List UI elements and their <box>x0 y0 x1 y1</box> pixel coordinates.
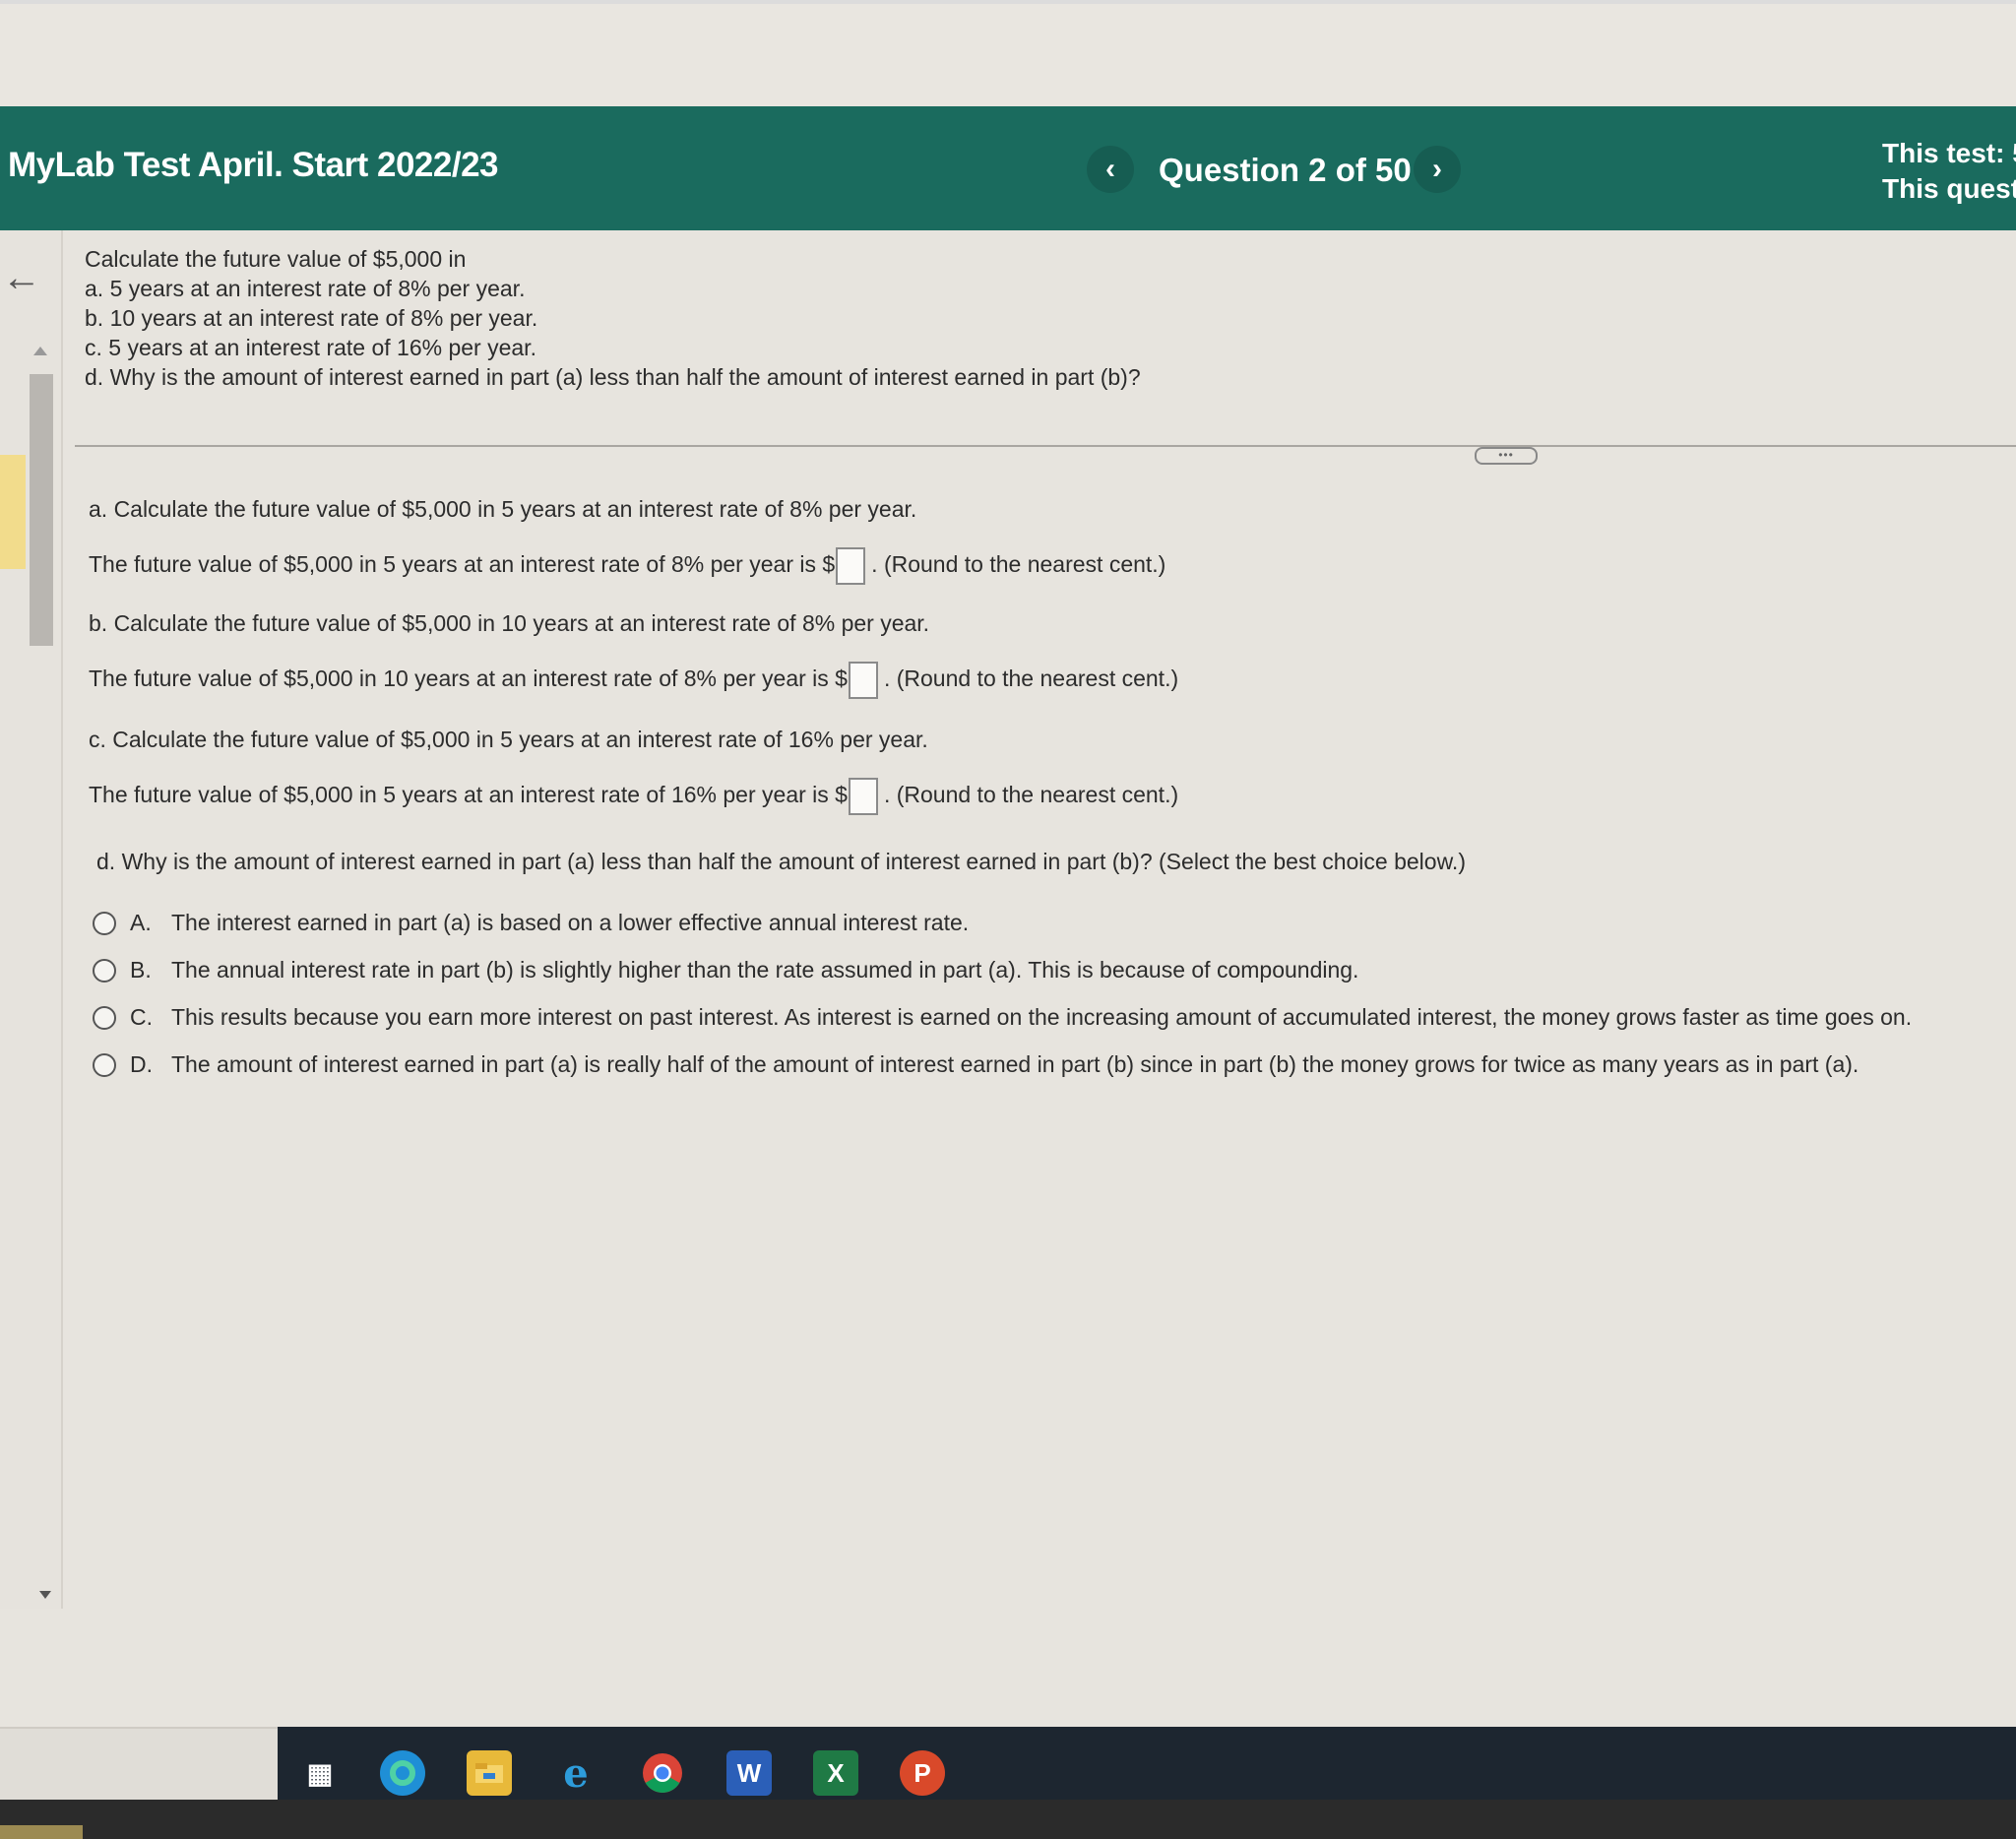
question-item-b: b. 10 years at an interest rate of 8% pe… <box>85 305 538 331</box>
left-rail: ← <box>0 230 63 1609</box>
choice-c-text: This results because you earn more inter… <box>171 1004 1913 1030</box>
test-header: MyLab Test April. Start 2022/23 ‹ Questi… <box>0 106 2016 230</box>
part-c-prompt: c. Calculate the future value of $5,000 … <box>89 727 928 752</box>
part-b-answer-prefix: The future value of $5,000 in 10 years a… <box>89 666 848 692</box>
excel-icon[interactable]: X <box>813 1750 858 1796</box>
next-question-button[interactable]: › <box>1414 146 1461 193</box>
part-b-prompt: b. Calculate the future value of $5,000 … <box>89 610 930 636</box>
question-item-c: c. 5 years at an interest rate of 16% pe… <box>85 335 536 360</box>
choice-c[interactable]: C. This results because you earn more in… <box>93 1004 1912 1031</box>
part-a-answer-prefix: The future value of $5,000 in 5 years at… <box>89 551 836 578</box>
part-a-answer-suffix: . (Round to the nearest cent.) <box>871 551 1166 578</box>
choice-a-letter: A. <box>130 910 152 935</box>
radio-d[interactable] <box>93 1052 116 1077</box>
question-content: ← Calculate the future value of $5,000 i… <box>0 230 2016 1727</box>
chevron-left-icon: ‹ <box>1105 153 1115 185</box>
part-b-answer-suffix: . (Round to the nearest cent.) <box>883 666 1179 692</box>
choice-d-letter: D. <box>130 1051 153 1077</box>
back-arrow-icon[interactable]: ← <box>2 256 41 300</box>
chevron-right-icon: › <box>1432 153 1442 185</box>
internet-explorer-icon[interactable]: e <box>553 1750 598 1797</box>
word-icon[interactable]: W <box>726 1750 772 1796</box>
choice-a[interactable]: A. The interest earned in part (a) is ba… <box>93 910 969 936</box>
part-a-answer-input[interactable] <box>836 547 866 585</box>
edge-icon[interactable] <box>380 1750 425 1796</box>
part-d-prompt: d. Why is the amount of interest earned … <box>96 849 1466 874</box>
part-a-answer-line: The future value of $5,000 in 5 years at… <box>89 547 1166 585</box>
question-score-label: This quest <box>1882 173 2016 204</box>
part-c-answer-input[interactable] <box>848 778 878 815</box>
taskbar-left-area <box>0 1727 278 1802</box>
scroll-down-icon[interactable] <box>39 1591 51 1599</box>
powerpoint-icon[interactable]: P <box>900 1750 945 1796</box>
question-counter[interactable]: Question 2 of 50 <box>1159 152 1412 189</box>
choice-a-text: The interest earned in part (a) is based… <box>171 910 970 935</box>
chrome-icon[interactable] <box>640 1750 685 1796</box>
side-highlight-tab <box>0 455 26 569</box>
bottom-accent <box>0 1825 83 1839</box>
question-item-d: d. Why is the amount of interest earned … <box>85 364 1141 390</box>
resize-handle[interactable]: ••• <box>1475 447 1538 465</box>
screen-bottom-bezel <box>0 1800 2016 1839</box>
file-explorer-icon[interactable] <box>467 1750 512 1796</box>
question-item-a: a. 5 years at an interest rate of 8% per… <box>85 276 526 301</box>
part-a-prompt: a. Calculate the future value of $5,000 … <box>89 496 917 522</box>
radio-a[interactable] <box>93 911 116 935</box>
scrollbar-thumb[interactable] <box>30 374 53 646</box>
part-b-answer-line: The future value of $5,000 in 10 years a… <box>89 662 1178 699</box>
question-intro: Calculate the future value of $5,000 in <box>85 246 467 272</box>
browser-top-strip <box>0 0 2016 110</box>
choice-b-text: The annual interest rate in part (b) is … <box>171 957 1359 983</box>
scroll-up-icon[interactable] <box>33 347 47 355</box>
choice-b-letter: B. <box>130 957 152 983</box>
part-c-answer-line: The future value of $5,000 in 5 years at… <box>89 778 1178 815</box>
previous-question-button[interactable]: ‹ <box>1087 146 1134 193</box>
radio-b[interactable] <box>93 958 116 983</box>
choice-d-text: The amount of interest earned in part (a… <box>171 1051 1859 1077</box>
choice-c-letter: C. <box>130 1004 153 1030</box>
app-title: MyLab Test April. Start 2022/23 <box>8 146 499 184</box>
part-c-answer-suffix: . (Round to the nearest cent.) <box>883 782 1179 808</box>
section-divider <box>75 445 2016 447</box>
test-info: This test: 5 This quest <box>1882 136 2016 207</box>
part-c-answer-prefix: The future value of $5,000 in 5 years at… <box>89 782 848 808</box>
choice-b[interactable]: B. The annual interest rate in part (b) … <box>93 957 1358 983</box>
choice-d[interactable]: D. The amount of interest earned in part… <box>93 1051 1858 1078</box>
task-view-icon[interactable]: ▦ <box>297 1750 343 1796</box>
test-score-label: This test: 5 <box>1882 138 2016 168</box>
radio-c[interactable] <box>93 1005 116 1030</box>
question-statement: Calculate the future value of $5,000 in … <box>85 244 1141 392</box>
part-b-answer-input[interactable] <box>848 662 878 699</box>
